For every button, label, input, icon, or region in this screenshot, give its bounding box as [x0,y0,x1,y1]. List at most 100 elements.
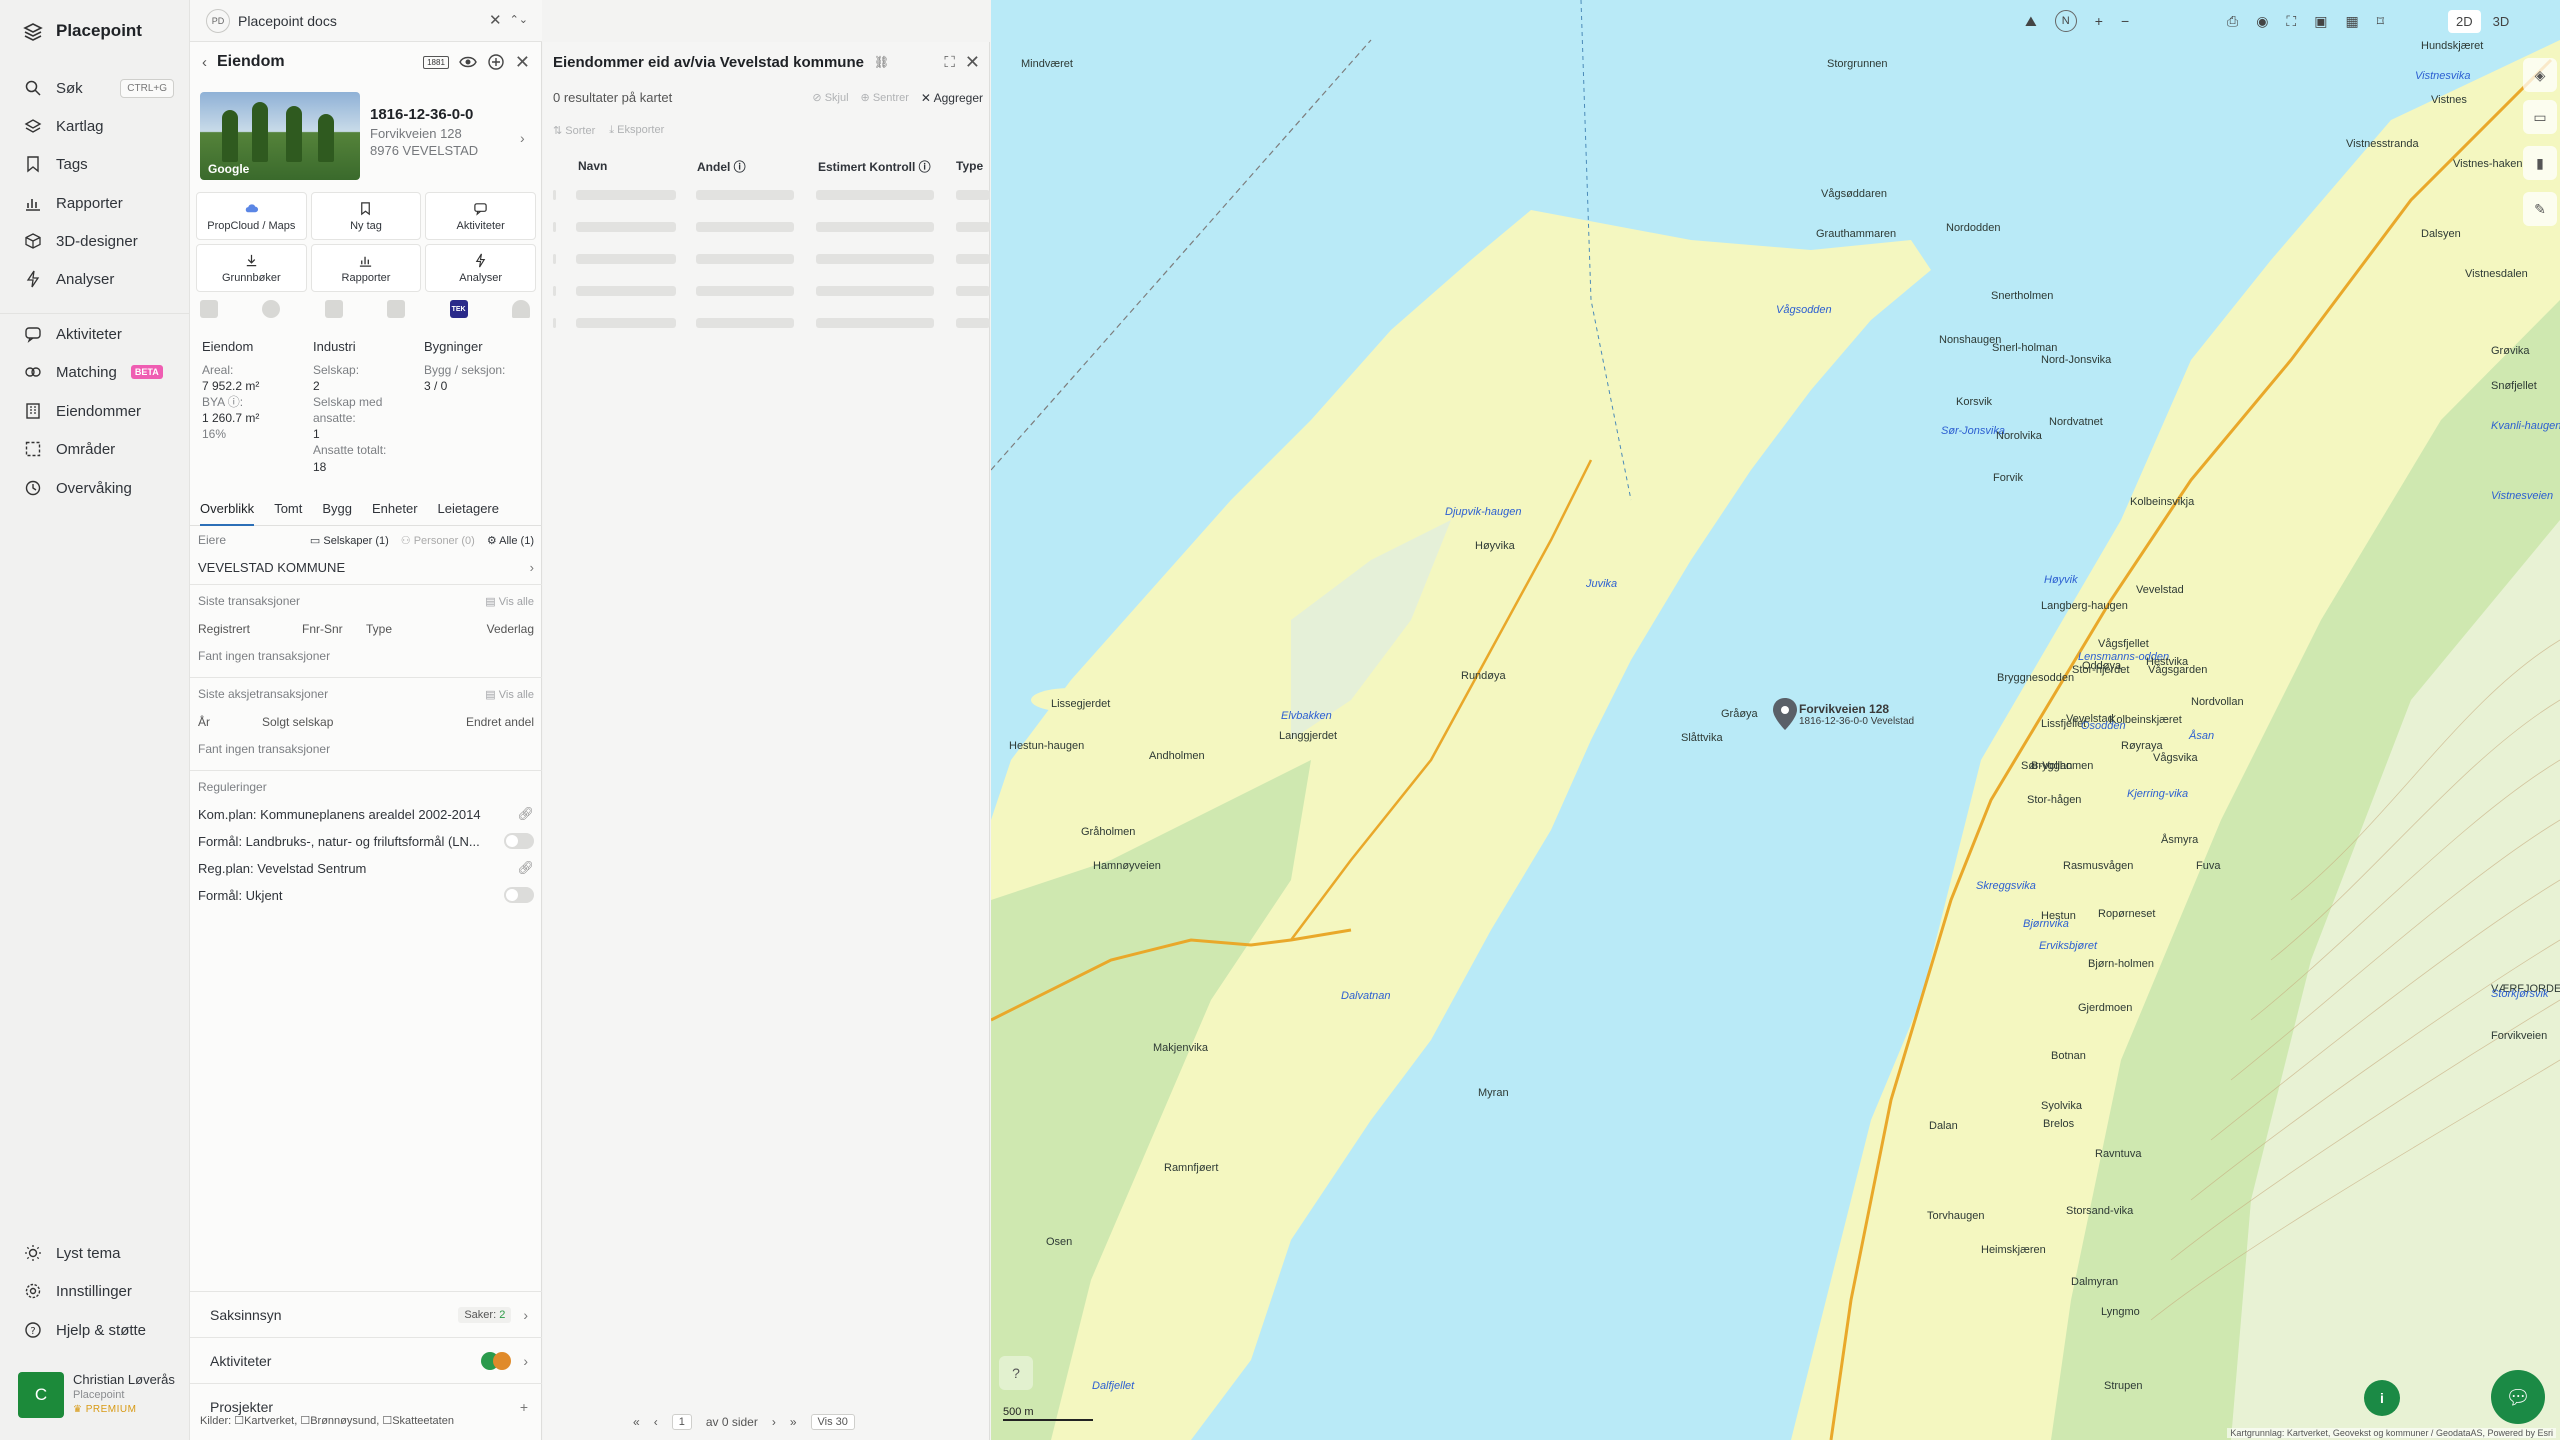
zoom-in-button[interactable]: + [2095,13,2103,29]
help-icon[interactable]: ? [999,1356,1033,1390]
source-bars-icon[interactable] [387,300,406,318]
reports-button[interactable]: Rapporter [310,244,422,292]
expand-collapse-icon[interactable]: ⌃⌄ [510,15,528,26]
aktiviteter-section[interactable]: Aktiviteter › [190,1337,542,1383]
street-view-photo[interactable]: Google [200,92,360,180]
grid-icon[interactable]: ▦ [2345,13,2358,30]
1881-badge[interactable]: 1881 [423,55,449,69]
hide-button[interactable]: ⊘ Skjul [812,91,848,104]
saksinnsyn-section[interactable]: Saksinnsyn Saker: 2 › [190,1291,542,1337]
filter-companies[interactable]: ▭ Selskaper (1) [310,534,389,547]
chevron-right-icon[interactable]: › [520,130,525,146]
nav-omrader[interactable]: Områder [24,434,174,464]
visibility-icon[interactable]: ◉ [2256,13,2268,30]
last-page-icon[interactable]: » [790,1415,797,1429]
view-all-link[interactable]: ▤ Vis alle [485,688,534,701]
property-pin[interactable]: Forvikveien 128 1816-12-36-0-0 Vevelstad [1773,698,1914,735]
column-header[interactable]: Type [956,159,983,173]
nav-analyser[interactable]: Analyser [24,264,174,294]
export-button[interactable]: ⤓ Eksporter [609,124,664,137]
ruler-icon[interactable]: ▭ [2523,100,2557,134]
terrain-icon[interactable]: ⛰︎ [2025,13,2037,30]
map-view[interactable]: ⛰︎ N + − ⎙ ◉ ⛶ ▣ ▦ ⌑ 2D 3D ◈ ▭ ▮ ✎ Mindv… [991,0,2560,1440]
close-icon[interactable]: ✕ [965,53,980,71]
sort-button[interactable]: ⇅ Sorter [553,124,595,137]
docs-title[interactable]: Placepoint docs [238,13,337,29]
kom-plan-row[interactable]: Kom.plan: Kommuneplanens arealdel 2002-2… [198,806,534,822]
brand[interactable]: Placepoint [22,20,142,42]
layers-icon[interactable]: ◈ [2523,58,2557,92]
filter-persons[interactable]: ⚇ Personer (0) [401,534,475,547]
activities-button[interactable]: Aktiviteter [425,192,536,240]
tab-bygg[interactable]: Bygg [322,494,352,526]
tab-tomt[interactable]: Tomt [274,494,302,526]
chart-icon[interactable]: ▮ [2523,146,2557,180]
column-header[interactable]: Andel ⓘ [697,158,746,175]
compass-button[interactable]: N [2054,10,2077,32]
view-3d-button[interactable]: 3D [2485,10,2518,33]
bookmark-icon[interactable]: ⌑ [2377,13,2384,30]
draw-icon[interactable]: ✎ [2523,192,2557,226]
view-2d-button[interactable]: 2D [2448,9,2481,33]
back-icon[interactable]: ‹ [202,55,207,70]
nav-eiendommer[interactable]: Eiendommer [24,396,174,426]
camera-icon[interactable]: ▣ [2314,13,2327,30]
tab-leietagere[interactable]: Leietagere [438,494,499,526]
nav-hjelp[interactable]: ? Hjelp & støtte [24,1315,174,1345]
analyses-button[interactable]: Analyser [425,244,536,292]
nav-search[interactable]: Søk CTRL+G [24,73,174,103]
pin-sublabel: 1816-12-36-0-0 Vevelstad [1799,716,1915,727]
formal-toggle[interactable] [504,887,534,903]
nav-tags[interactable]: Tags [24,149,174,179]
owner-row[interactable]: VEVELSTAD KOMMUNE › [198,560,534,575]
next-page-icon[interactable]: › [772,1415,776,1429]
source-tree-icon[interactable] [324,300,343,318]
fullscreen-icon[interactable]: ⛶ [2286,13,2296,30]
nav-overvaking[interactable]: Overvåking [24,473,174,503]
column-header[interactable]: Navn [578,159,607,173]
center-button[interactable]: ⊕ Sentrer [861,91,909,104]
source-grid-icon[interactable] [200,300,218,318]
tek-icon[interactable]: TEK [449,300,468,318]
nav-innstillinger[interactable]: Innstillinger [24,1276,174,1306]
reg-plan-row[interactable]: Reg.plan: Vevelstad Sentrum 🔗︎ [198,860,534,876]
nav-lyst-tema[interactable]: Lyst tema [24,1238,174,1268]
place-label: Korsvik [1956,396,1993,408]
eye-icon[interactable] [459,53,477,71]
link-icon[interactable]: 🔗︎ [517,860,534,876]
link-icon[interactable]: 🔗︎ [517,806,534,822]
chat-support-icon[interactable]: 💬︎ [2491,1370,2545,1424]
map-attribution: Kartgrunnlag: Kartverket, Geovekst og ko… [2227,1428,2556,1438]
add-circle-icon[interactable] [487,53,505,71]
page-input[interactable]: 1 [671,1414,692,1430]
link-icon[interactable]: ⛓︎ [874,55,889,69]
grunnboker-button[interactable]: Grunnbøker [196,244,307,292]
close-icon[interactable]: ✕ [515,53,530,71]
fullscreen-icon[interactable]: ⛶ [944,55,955,70]
info-icon[interactable]: i [2364,1380,2400,1416]
nav-matching[interactable]: Matching BETA [24,357,174,387]
close-icon[interactable]: ✕ [489,13,502,28]
print-icon[interactable]: ⎙ [2227,13,2238,30]
tab-enheter[interactable]: Enheter [372,494,418,526]
per-page-select[interactable]: Vis 30 [810,1414,855,1430]
nav-aktiviteter[interactable]: Aktiviteter [24,319,174,349]
formal-toggle[interactable] [504,833,534,849]
first-page-icon[interactable]: « [633,1415,640,1429]
aggregate-button[interactable]: ✕ Aggreger [921,91,983,105]
nav-3d-designer[interactable]: 3D-designer [24,226,174,256]
prev-page-icon[interactable]: ‹ [654,1415,658,1429]
zoom-out-button[interactable]: − [2121,13,2129,29]
user-profile[interactable]: C Christian Løverås Placepoint ♛ PREMIUM [18,1372,175,1418]
tab-overblikk[interactable]: Overblikk [200,494,255,526]
nav-rapporter[interactable]: Rapporter [24,188,174,218]
filter-all[interactable]: ⚙ Alle (1) [487,534,534,547]
propcloud-button[interactable]: PropCloud / Maps [196,192,307,240]
source-hill-icon[interactable] [511,300,530,318]
new-tag-button[interactable]: Ny tag [310,192,422,240]
add-icon[interactable]: + [520,1399,528,1415]
nav-kartlag[interactable]: Kartlag [24,111,174,141]
view-all-link[interactable]: ▤ Vis alle [485,595,534,608]
column-header[interactable]: Estimert Kontroll ⓘ [818,158,931,175]
source-globe-icon[interactable] [262,300,281,318]
